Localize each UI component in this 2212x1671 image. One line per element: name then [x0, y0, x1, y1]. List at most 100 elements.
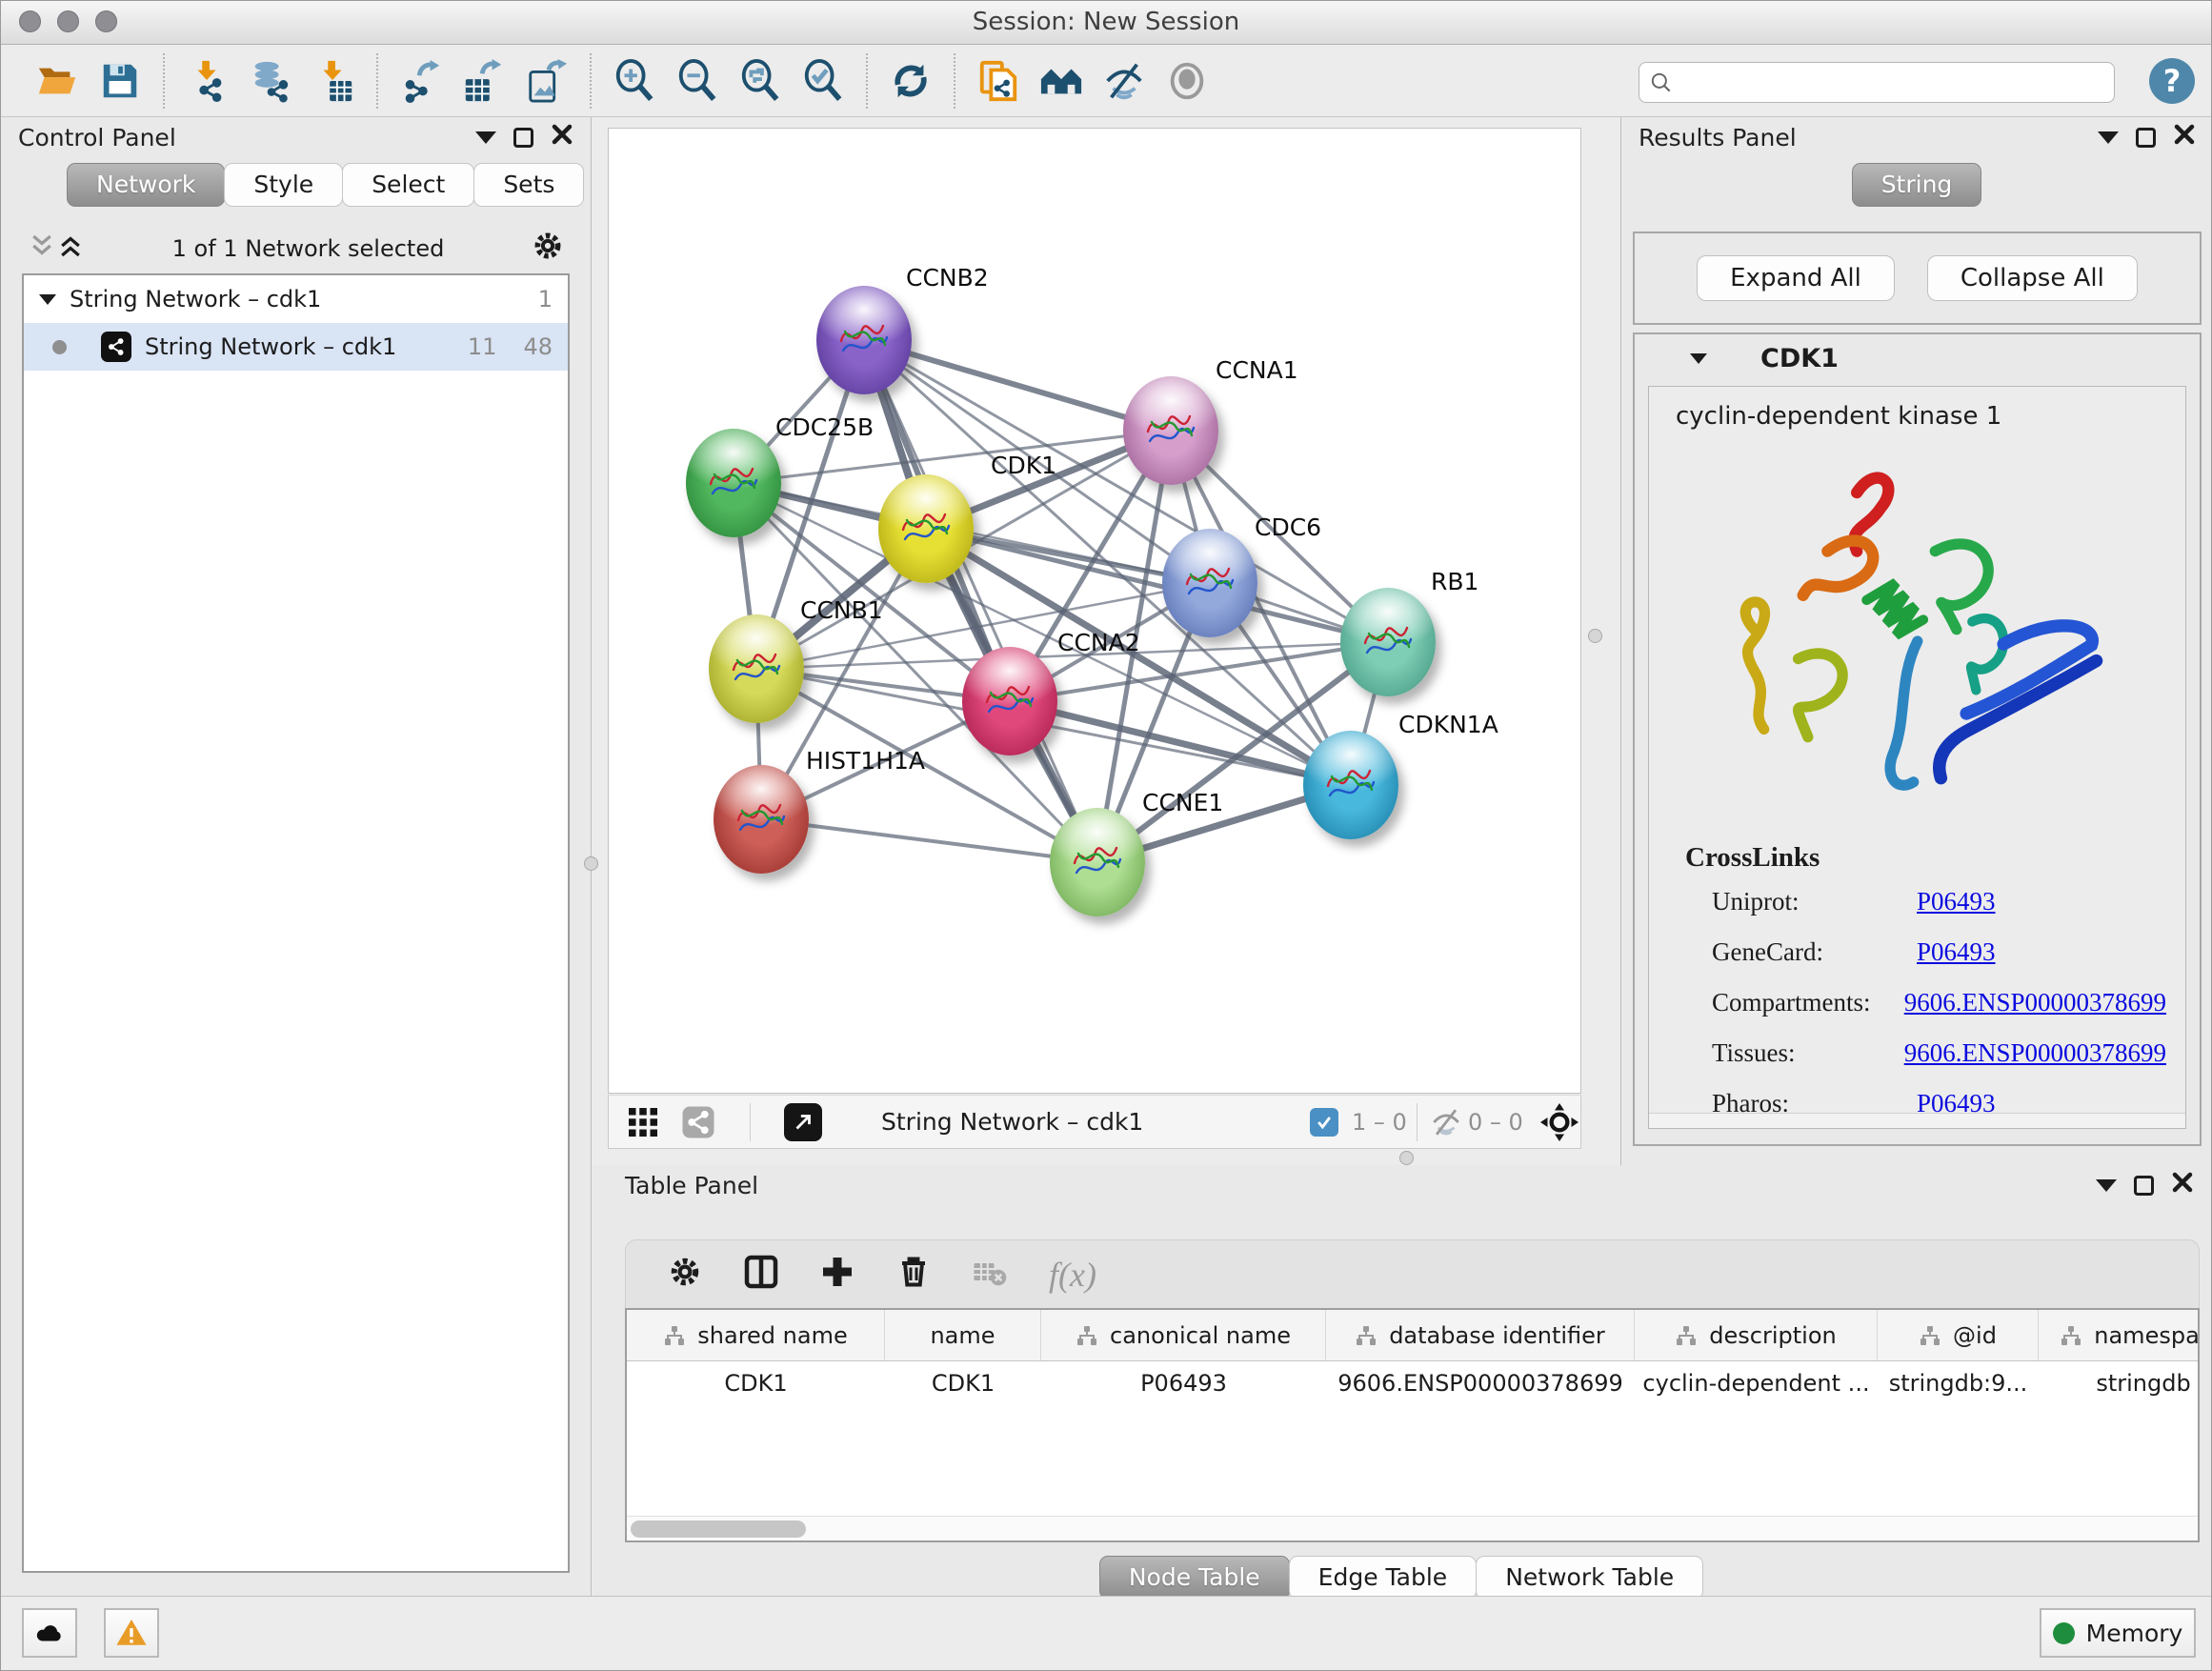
zoom-window-button[interactable]: [95, 10, 117, 32]
network-row[interactable]: String Network – cdk1 11 48: [24, 323, 568, 371]
zoom-in-icon[interactable]: [611, 57, 658, 105]
network-node-RB1[interactable]: [1340, 588, 1436, 696]
network-node-CCNE1[interactable]: [1050, 808, 1145, 916]
memory-button[interactable]: Memory: [2040, 1608, 2196, 1658]
column-header-shared-name[interactable]: shared name: [627, 1310, 885, 1360]
table-cell-name[interactable]: CDK1: [885, 1370, 1041, 1397]
panel-float-icon[interactable]: [2134, 1176, 2154, 1196]
tab-network[interactable]: Network: [67, 163, 225, 207]
gene-section-collapse-icon[interactable]: [1690, 353, 1707, 364]
search-input[interactable]: [1681, 70, 2104, 96]
table-cell-id[interactable]: stringdb:9...: [1878, 1370, 2039, 1397]
column-header-canonical-name[interactable]: canonical name: [1041, 1310, 1326, 1360]
open-in-window-icon[interactable]: [784, 1096, 822, 1148]
tab-node-table[interactable]: Node Table: [1099, 1556, 1290, 1600]
export-image-icon[interactable]: [523, 57, 571, 105]
network-canvas[interactable]: CCNB2CCNA1CDC25BCDK1CDC6RB1CCNB1CCNA2CDK…: [608, 128, 1581, 1094]
crosslink-genecard[interactable]: P06493: [1917, 937, 1996, 967]
collapse-all-networks-icon[interactable]: [28, 232, 56, 266]
crosslink-uniprot[interactable]: P06493: [1917, 887, 1996, 916]
panel-float-icon[interactable]: [2136, 128, 2156, 148]
tab-network-table[interactable]: Network Table: [1476, 1556, 1703, 1600]
table-cell-shared-name[interactable]: CDK1: [627, 1370, 885, 1397]
tab-edge-table[interactable]: Edge Table: [1289, 1556, 1478, 1600]
splitter-handle[interactable]: [1588, 629, 1602, 643]
tab-string[interactable]: String: [1852, 163, 1982, 207]
splitter-handle[interactable]: [1399, 1151, 1414, 1165]
export-network-icon[interactable]: [397, 57, 445, 105]
import-network-file-icon[interactable]: [184, 57, 231, 105]
splitter-handle[interactable]: [584, 856, 598, 871]
delete-table-icon[interactable]: [973, 1255, 1007, 1295]
expand-all-button[interactable]: Expand All: [1697, 255, 1895, 301]
results-horizontal-scrollbar[interactable]: [1649, 1113, 2185, 1128]
column-header-id[interactable]: @id: [1878, 1310, 2039, 1360]
cloud-button[interactable]: [22, 1608, 77, 1658]
column-header-namespace[interactable]: namespace: [2039, 1310, 2200, 1360]
zoom-selected-icon[interactable]: [799, 57, 847, 105]
table-cell-database-identifier[interactable]: 9606.ENSP00000378699: [1326, 1370, 1635, 1397]
network-node-CCNB1[interactable]: [709, 614, 804, 723]
network-node-HIST1H1A[interactable]: [714, 765, 809, 874]
network-share-icon[interactable]: [681, 1096, 715, 1148]
network-node-CDC25B[interactable]: [686, 429, 781, 537]
crosslink-tissues[interactable]: 9606.ENSP00000378699: [1904, 1038, 2166, 1068]
export-table-icon[interactable]: [460, 57, 508, 105]
help-button[interactable]: ?: [2149, 58, 2195, 104]
tab-sets[interactable]: Sets: [473, 163, 584, 207]
tab-style[interactable]: Style: [224, 163, 343, 207]
crosslink-compartments[interactable]: 9606.ENSP00000378699: [1904, 988, 2166, 1017]
table-cell-canonical-name[interactable]: P06493: [1041, 1370, 1326, 1397]
toolbar-separator: [750, 1103, 751, 1141]
import-network-database-icon[interactable]: [247, 57, 294, 105]
panel-collapse-icon[interactable]: [2096, 1179, 2117, 1192]
close-window-button[interactable]: [19, 10, 41, 32]
panel-collapse-icon[interactable]: [2098, 131, 2119, 144]
scrollbar-thumb[interactable]: [631, 1520, 806, 1538]
first-neighbors-icon[interactable]: [1037, 57, 1085, 105]
table-cell-namespace[interactable]: stringdb: [2039, 1370, 2200, 1397]
refresh-view-icon[interactable]: [887, 57, 935, 105]
panel-close-icon[interactable]: [2171, 1171, 2194, 1199]
birds-eye-toggle-icon[interactable]: [1540, 1096, 1579, 1148]
column-header-description[interactable]: description: [1635, 1310, 1878, 1360]
create-column-icon[interactable]: [820, 1255, 855, 1295]
table-gear-icon[interactable]: [668, 1255, 702, 1295]
panel-close-icon[interactable]: [551, 123, 573, 151]
network-node-CDC6[interactable]: [1162, 529, 1257, 637]
panel-close-icon[interactable]: [2173, 123, 2196, 151]
network-node-CCNA2[interactable]: [962, 647, 1057, 755]
network-node-CCNA1[interactable]: [1123, 376, 1218, 485]
birds-eye-grid-icon[interactable]: [626, 1096, 660, 1148]
column-header-database-identifier[interactable]: database identifier: [1326, 1310, 1635, 1360]
minimize-window-button[interactable]: [57, 10, 79, 32]
network-list-gear-icon[interactable]: [532, 230, 564, 268]
table-horizontal-scrollbar[interactable]: [627, 1516, 2198, 1540]
selected-checkbox-icon[interactable]: [1310, 1096, 1338, 1148]
panel-collapse-icon[interactable]: [475, 131, 496, 144]
collapse-all-button[interactable]: Collapse All: [1927, 255, 2138, 301]
table-row[interactable]: CDK1CDK1P064939606.ENSP00000378699cyclin…: [627, 1361, 2198, 1405]
show-all-icon[interactable]: [1163, 57, 1211, 105]
network-collection-row[interactable]: String Network – cdk1 1: [24, 275, 568, 323]
panel-float-icon[interactable]: [513, 128, 533, 148]
network-node-CDK1[interactable]: [878, 474, 974, 583]
show-columns-icon[interactable]: [744, 1255, 778, 1295]
collection-expand-icon[interactable]: [39, 294, 56, 305]
column-header-name[interactable]: name: [885, 1310, 1041, 1360]
network-node-CDKN1A[interactable]: [1303, 731, 1398, 839]
hide-selected-icon[interactable]: [1100, 57, 1148, 105]
function-builder-icon[interactable]: f(x): [1049, 1255, 1096, 1295]
network-node-CCNB2[interactable]: [816, 286, 912, 394]
import-table-file-icon[interactable]: [310, 57, 357, 105]
open-session-icon[interactable]: [33, 57, 81, 105]
warning-button[interactable]: [104, 1608, 159, 1658]
zoom-out-icon[interactable]: [674, 57, 721, 105]
table-cell-description[interactable]: cyclin-dependent ...: [1635, 1370, 1878, 1397]
clone-network-icon[interactable]: [975, 57, 1022, 105]
tab-select[interactable]: Select: [342, 163, 474, 207]
delete-column-icon[interactable]: [896, 1255, 931, 1295]
zoom-fit-icon[interactable]: [736, 57, 784, 105]
expand-all-networks-icon[interactable]: [56, 232, 85, 266]
save-session-icon[interactable]: [96, 57, 144, 105]
